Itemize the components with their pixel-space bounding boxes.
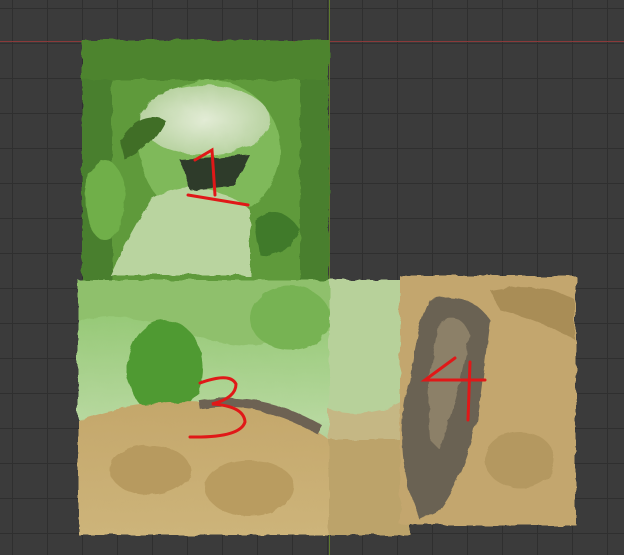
terrain-scene[interactable] bbox=[0, 0, 624, 555]
terrain-tile-1[interactable] bbox=[82, 40, 329, 282]
terrain-tile-4[interactable] bbox=[400, 276, 576, 525]
3d-viewport[interactable] bbox=[0, 0, 624, 555]
terrain-tile-2[interactable] bbox=[329, 280, 410, 535]
terrain-tile-3[interactable] bbox=[78, 280, 330, 535]
